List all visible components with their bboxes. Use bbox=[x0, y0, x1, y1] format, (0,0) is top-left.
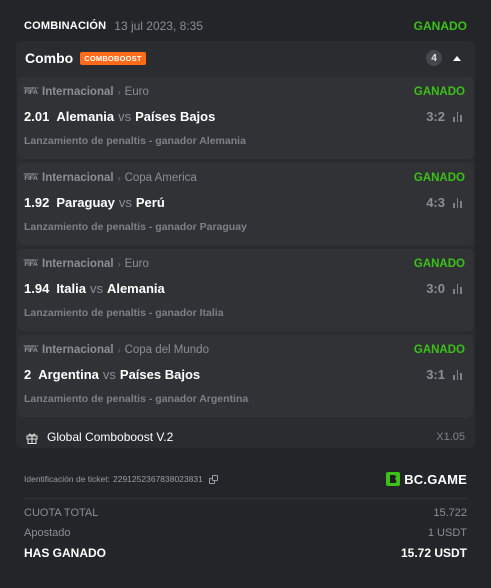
combo-label: Combo bbox=[25, 50, 74, 66]
market-selection: Lanzamiento de penaltis - ganador Paragu… bbox=[24, 221, 247, 233]
league-name: Internacional bbox=[42, 258, 114, 270]
league-name: Internacional bbox=[42, 172, 114, 184]
global-comboboost-row: Global Comboboost V.2 X1.05 bbox=[18, 423, 473, 451]
winnings-value: 15.72 USDT bbox=[400, 546, 467, 560]
vs-label: vs bbox=[102, 366, 116, 382]
match-card: FRIENDLY FIFA Internacional › Euro GANAD… bbox=[18, 249, 473, 331]
global-comboboost-label: Global Comboboost V.2 bbox=[47, 430, 174, 444]
away-team: Perú bbox=[135, 194, 165, 210]
match-score: 3:1 bbox=[426, 366, 445, 382]
vs-label: vs bbox=[118, 194, 132, 210]
tournament-name: Euro bbox=[124, 258, 149, 270]
gift-icon bbox=[26, 431, 38, 444]
league-name: Internacional bbox=[42, 344, 114, 356]
breadcrumb-separator: › bbox=[117, 87, 121, 97]
stats-bars-icon[interactable] bbox=[453, 111, 465, 122]
match-status-badge: GANADO bbox=[413, 258, 465, 270]
ticket-id-label: Identificación de ticket: bbox=[24, 474, 110, 484]
match-score: 3:2 bbox=[426, 108, 445, 124]
breadcrumb-separator: › bbox=[117, 173, 121, 183]
match-status-badge: GANADO bbox=[413, 344, 465, 356]
match-status-badge: GANADO bbox=[413, 172, 465, 184]
winnings-row: HAS GANADO 15.72 USDT bbox=[24, 545, 467, 561]
match-card: FRIENDLY FIFA Internacional › Euro GANAD… bbox=[18, 77, 473, 159]
fifa-friendly-logo-icon: FRIENDLY FIFA bbox=[23, 172, 39, 183]
match-score: 4:3 bbox=[426, 194, 445, 210]
total-odds-label: CUOTA TOTAL bbox=[24, 507, 99, 519]
bc-game-logo: BC.GAME bbox=[386, 472, 467, 487]
match-odds: 2.01 bbox=[24, 108, 50, 124]
winnings-label: HAS GANADO bbox=[24, 546, 107, 560]
fifa-friendly-logo-icon: FRIENDLY FIFA bbox=[23, 86, 39, 97]
stake-value: 1 USDT bbox=[427, 527, 467, 539]
tournament-name: Copa del Mundo bbox=[124, 344, 209, 356]
combo-card: Combo COMBOBOOST 4 FRIENDLY FIFA Interna… bbox=[16, 41, 475, 448]
vs-label: vs bbox=[118, 108, 132, 124]
tournament-name: Euro bbox=[124, 86, 149, 98]
copy-icon[interactable] bbox=[208, 474, 218, 484]
fifa-friendly-logo-icon: FRIENDLY FIFA bbox=[23, 344, 39, 355]
bet-header: COMBINACIÓN 13 jul 2023, 8:35 GANADO bbox=[24, 15, 467, 37]
selection-count-badge: 4 bbox=[426, 50, 442, 66]
match-card: FRIENDLY FIFA Internacional › Copa Ameri… bbox=[18, 163, 473, 245]
stats-bars-icon[interactable] bbox=[453, 369, 465, 380]
ticket-row: Identificación de ticket: 22912523678380… bbox=[24, 468, 467, 490]
comboboost-badge: COMBOBOOST bbox=[80, 51, 146, 65]
bet-date: 13 jul 2023, 8:35 bbox=[114, 19, 204, 33]
breadcrumb-separator: › bbox=[117, 259, 121, 269]
global-comboboost-multiplier: X1.05 bbox=[436, 431, 465, 443]
match-score: 3:0 bbox=[426, 280, 445, 296]
match-status-badge: GANADO bbox=[413, 86, 465, 98]
stats-bars-icon[interactable] bbox=[453, 197, 465, 208]
divider bbox=[24, 498, 467, 499]
ticket-id-value: 2291252367838023831 bbox=[113, 474, 203, 484]
breadcrumb-separator: › bbox=[117, 345, 121, 355]
stake-label: Apostado bbox=[24, 527, 71, 539]
league-name: Internacional bbox=[42, 86, 114, 98]
away-team: Países Bajos bbox=[135, 108, 216, 124]
collapse-chevron-up-icon[interactable] bbox=[453, 55, 461, 61]
home-team: Paraguay bbox=[56, 194, 115, 210]
home-team: Alemania bbox=[56, 108, 115, 124]
total-odds-value: 15.722 bbox=[433, 507, 467, 519]
match-odds: 1.94 bbox=[24, 280, 50, 296]
vs-label: vs bbox=[89, 280, 103, 296]
market-selection: Lanzamiento de penaltis - ganador Argent… bbox=[24, 393, 249, 405]
market-selection: Lanzamiento de penaltis - ganador Italia bbox=[24, 307, 224, 319]
stake-row: Apostado 1 USDT bbox=[24, 525, 467, 541]
market-selection: Lanzamiento de penaltis - ganador Aleman… bbox=[24, 135, 246, 147]
bc-game-logo-icon bbox=[386, 472, 401, 486]
home-team: Italia bbox=[56, 280, 86, 296]
bet-type-title: COMBINACIÓN bbox=[24, 20, 107, 32]
bc-game-logo-text: BC.GAME bbox=[404, 471, 467, 487]
match-odds: 1.92 bbox=[24, 194, 50, 210]
away-team: Países Bajos bbox=[119, 366, 201, 382]
match-card: FRIENDLY FIFA Internacional › Copa del M… bbox=[18, 335, 473, 417]
bet-status-badge: GANADO bbox=[413, 19, 467, 33]
total-odds-row: CUOTA TOTAL 15.722 bbox=[24, 505, 467, 521]
stats-bars-icon[interactable] bbox=[453, 283, 465, 294]
match-odds: 2 bbox=[24, 366, 32, 382]
away-team: Alemania bbox=[106, 280, 165, 296]
fifa-friendly-logo-icon: FRIENDLY FIFA bbox=[23, 258, 39, 269]
home-team: Argentina bbox=[38, 366, 99, 382]
combo-header[interactable]: Combo COMBOBOOST 4 bbox=[16, 41, 475, 75]
tournament-name: Copa America bbox=[124, 172, 197, 184]
